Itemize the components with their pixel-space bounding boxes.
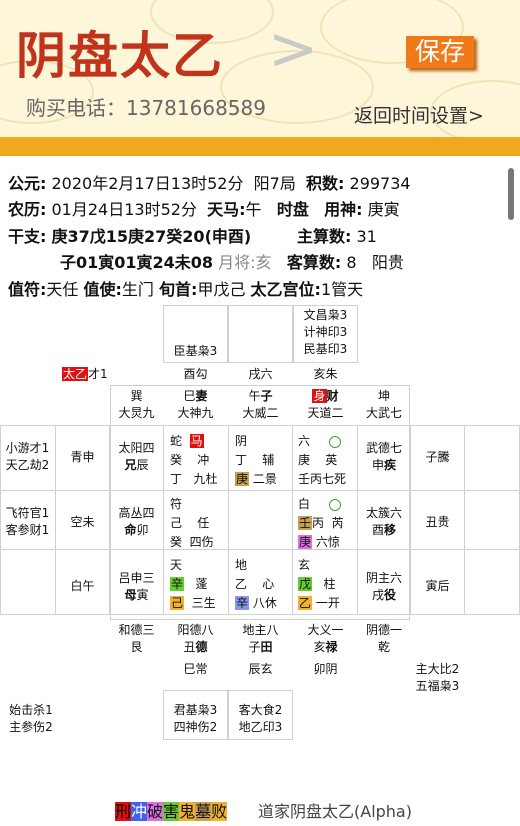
palace-cell: 蛇 马 癸 冲 丁 九杜 (170, 434, 218, 486)
grid-cell (228, 305, 293, 363)
color-legend: 刑冲破害鬼墓败 (115, 802, 228, 821)
ring-cell: 身财 天道二 (307, 389, 344, 420)
ring-cell: 巽大炅九 (118, 389, 155, 420)
bottom-small-label: 辰玄 (248, 662, 273, 676)
ring-cell: 阴德一乾 (365, 623, 402, 654)
bottom-cell-b: 客大食2 地乙印3 (238, 703, 283, 734)
circle-icon (329, 498, 342, 511)
back-to-time-settings-link[interactable]: 返回时间设置> (354, 101, 484, 128)
scrollbar[interactable] (508, 168, 514, 220)
chevron-right-icon: > (268, 14, 319, 84)
right-inner-cell: 太簇六 酉移 (365, 506, 402, 537)
bottom-cell-a: 君基枭3 四神伤2 (173, 703, 218, 734)
palace-cell: 天 辛 蓬 己 三生 (170, 558, 216, 610)
left-inner-cell: 吕申三 母寅 (118, 571, 155, 602)
bottom-small-label: 卯阴 (313, 662, 338, 676)
phone-label: 购买电话：13781668589 (26, 96, 266, 120)
header-bar (0, 137, 520, 156)
ring-cell: 大义一 亥禄 (307, 623, 344, 654)
right-inner-cell: 武德七 申疾 (365, 441, 402, 472)
bottom-small-label: 巳常 (183, 662, 208, 676)
left-col-cell: 飞符官1 客参财1 (5, 506, 50, 537)
bottom-right-stack: 主大比2 五福枭3 (415, 662, 460, 693)
info-row-ganzhi: 干支: 庚37戊15庚27癸20(申酉) 主算数: 31 (8, 227, 377, 246)
palace-cell: 白 壬丙 芮 庚 六惊 (298, 497, 344, 549)
top-mid-label: 臣基枭3 (173, 344, 218, 358)
left-ring-cell: 青申 (70, 450, 95, 464)
right-ring-cell: 子騰 (425, 450, 450, 464)
info-row-branches: 子01寅01寅24未08 月将:亥 客算数: 8 阳贵 (60, 253, 404, 272)
top-right-stack: 文昌枭3 计神印3 民基印3 (303, 308, 348, 356)
top-row-label: 戌六 (248, 367, 273, 381)
info-row-lunar: 农历: 01月24日13时52分 天马:午 时盘 用神: 庚寅 (8, 200, 400, 219)
right-ring-cell: 丑贵 (425, 515, 450, 529)
info-row-gregorian: 公元: 2020年2月17日13时52分 阳7局 积数: 299734 (8, 174, 411, 193)
left-ring-cell: 空未 (70, 515, 95, 529)
ring-cell: 和德三艮 (118, 623, 155, 654)
app-name-label: 道家阴盘太乙(Alpha) (258, 802, 412, 821)
app-title: 阴盘太乙 (16, 27, 224, 85)
palace-cell: 六 庚 英 壬丙七死 (298, 434, 347, 486)
info-row-zhifu: 值符:天任 值使:生门 旬首:甲戊己 太乙宫位:1管天 (8, 280, 364, 299)
left-col-cell: 小游才1 天乙劫2 (5, 441, 50, 472)
ring-cell: 阳德八 丑德 (177, 623, 214, 654)
header: 阴盘太乙 > 保存 购买电话：13781668589 返回时间设置> (0, 0, 520, 137)
ring-cell: 坤大武七 (365, 389, 402, 420)
ring-cell: 地主八 子田 (242, 623, 279, 654)
palace-cell: 玄 戊 柱 乙 一开 (298, 558, 340, 610)
bottom-left-stack: 始击杀1 主参伤2 (9, 703, 53, 734)
palace-cell: 阴 丁 辅 庚 二景 (235, 434, 277, 486)
palace-cell: 地 乙 心 辛 八休 (235, 558, 277, 610)
ring-cell: 午子 大威二 (242, 389, 279, 420)
left-inner-cell: 高丛四 命卯 (118, 506, 155, 537)
left-ring-cell: 白午 (70, 579, 95, 593)
taiyi-marker: 太乙才1 (62, 367, 108, 381)
left-inner-cell: 太阳四 兄辰 (118, 441, 155, 472)
top-row-label: 酉勾 (183, 367, 208, 381)
save-button[interactable]: 保存 (406, 36, 474, 68)
top-row-label: 亥朱 (313, 367, 338, 381)
palace-cell: 符 己 任 癸 四伤 (170, 497, 214, 549)
ring-cell: 巳妻 大神九 (177, 389, 214, 420)
right-inner-cell: 阴主六 戌役 (365, 571, 402, 602)
circle-icon (329, 435, 342, 448)
right-ring-cell: 寅后 (425, 579, 450, 593)
